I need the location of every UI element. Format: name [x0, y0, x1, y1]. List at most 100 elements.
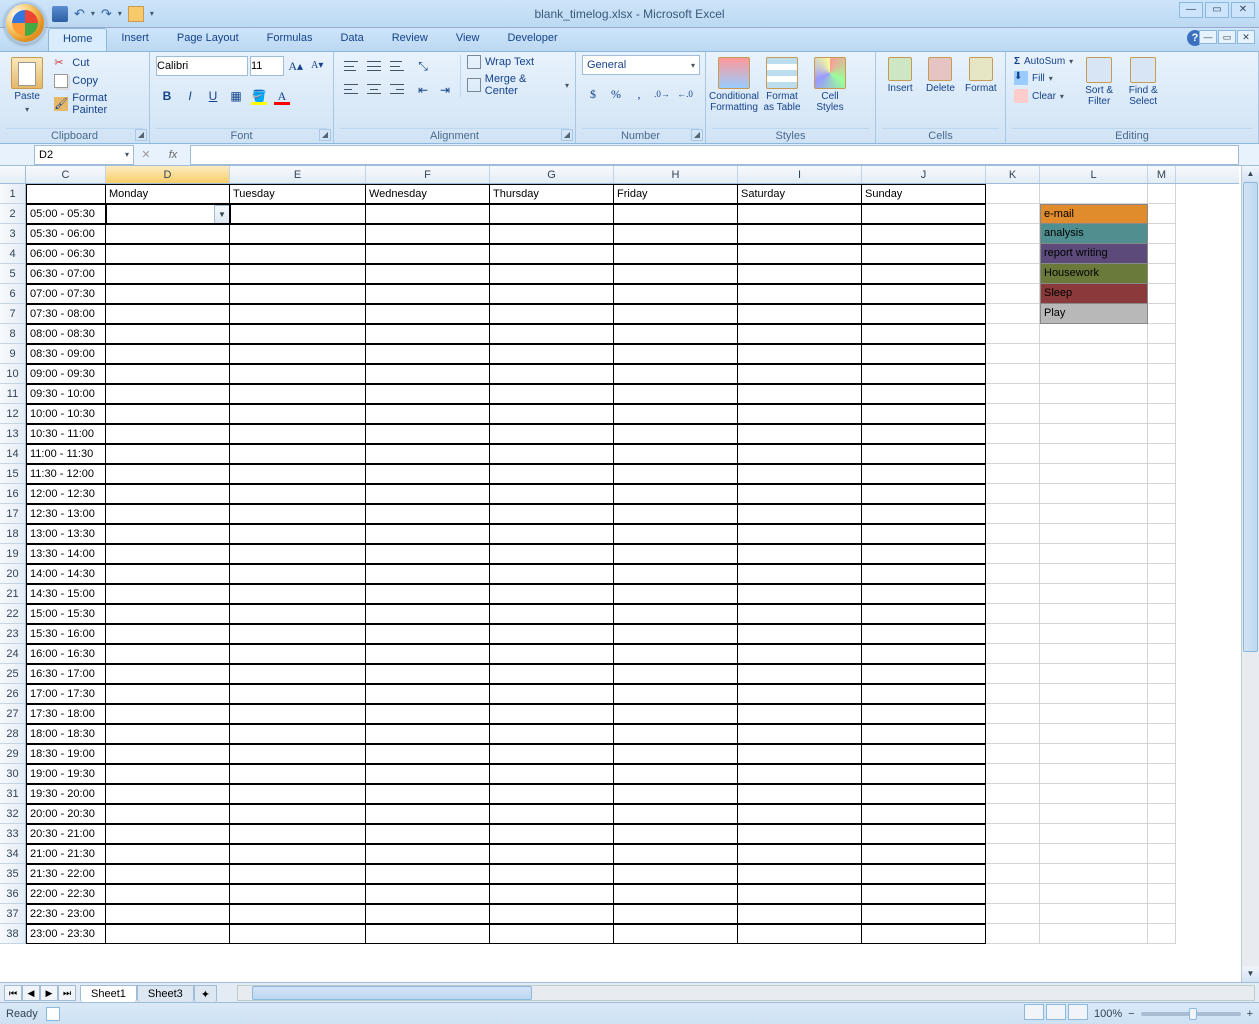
cell[interactable] — [1148, 644, 1176, 664]
tab-review[interactable]: Review — [378, 28, 442, 51]
cell[interactable] — [738, 384, 862, 404]
increase-decimal[interactable]: .0→ — [651, 83, 673, 105]
col-header-c[interactable]: C — [26, 166, 106, 183]
cell[interactable] — [230, 584, 366, 604]
cell[interactable] — [490, 524, 614, 544]
cell[interactable] — [106, 784, 230, 804]
row-header[interactable]: 17 — [0, 504, 26, 524]
cell[interactable] — [862, 344, 986, 364]
cell[interactable] — [490, 904, 614, 924]
clear-button[interactable]: Clear▾ — [1012, 88, 1075, 104]
cell[interactable] — [490, 424, 614, 444]
cell[interactable] — [614, 764, 738, 784]
row-header[interactable]: 30 — [0, 764, 26, 784]
col-header-d[interactable]: D — [106, 166, 230, 183]
sheet-nav-next[interactable]: ▶ — [40, 985, 58, 1001]
cell[interactable] — [366, 664, 490, 684]
cell[interactable] — [490, 484, 614, 504]
cell[interactable] — [738, 344, 862, 364]
cell[interactable] — [862, 604, 986, 624]
cell[interactable] — [738, 824, 862, 844]
time-cell[interactable]: 08:00 - 08:30 — [26, 324, 106, 344]
cell[interactable] — [738, 764, 862, 784]
scroll-up-icon[interactable]: ▲ — [1242, 166, 1259, 182]
cell[interactable] — [366, 844, 490, 864]
cell[interactable] — [614, 224, 738, 244]
cell[interactable] — [106, 724, 230, 744]
time-cell[interactable]: 17:30 - 18:00 — [26, 704, 106, 724]
time-cell[interactable]: 19:00 - 19:30 — [26, 764, 106, 784]
cell[interactable] — [230, 264, 366, 284]
cell[interactable] — [862, 404, 986, 424]
cell[interactable] — [1040, 184, 1148, 204]
row-header[interactable]: 28 — [0, 724, 26, 744]
cell[interactable] — [1148, 864, 1176, 884]
cell[interactable] — [366, 324, 490, 344]
cell[interactable] — [366, 464, 490, 484]
row-header[interactable]: 24 — [0, 644, 26, 664]
row-header[interactable]: 33 — [0, 824, 26, 844]
row-header[interactable]: 2 — [0, 204, 26, 224]
cell[interactable] — [986, 284, 1040, 304]
cell[interactable] — [230, 724, 366, 744]
cell[interactable] — [366, 784, 490, 804]
cell[interactable] — [1040, 424, 1148, 444]
cell[interactable] — [738, 504, 862, 524]
cell[interactable] — [862, 464, 986, 484]
row-header[interactable]: 15 — [0, 464, 26, 484]
cell[interactable] — [1148, 224, 1176, 244]
clipboard-launcher[interactable]: ◢ — [135, 129, 147, 141]
cell[interactable] — [106, 304, 230, 324]
row-header[interactable]: 37 — [0, 904, 26, 924]
cell[interactable] — [230, 664, 366, 684]
cell[interactable] — [1040, 824, 1148, 844]
cell[interactable] — [986, 504, 1040, 524]
legend-item[interactable]: Housework — [1040, 264, 1148, 284]
macro-record-icon[interactable] — [46, 1007, 60, 1021]
cell[interactable] — [614, 564, 738, 584]
row-header[interactable]: 13 — [0, 424, 26, 444]
cell[interactable] — [490, 784, 614, 804]
cell[interactable] — [738, 904, 862, 924]
cell[interactable] — [862, 504, 986, 524]
cell[interactable] — [614, 364, 738, 384]
cell[interactable] — [366, 444, 490, 464]
format-cells-button[interactable]: Format — [963, 55, 999, 96]
cell[interactable] — [862, 744, 986, 764]
conditional-formatting-button[interactable]: Conditional Formatting — [712, 55, 756, 115]
cell[interactable] — [738, 584, 862, 604]
cell[interactable] — [738, 624, 862, 644]
align-right[interactable] — [386, 78, 408, 100]
cell[interactable] — [614, 784, 738, 804]
cell[interactable] — [366, 504, 490, 524]
legend-item[interactable]: e-mail — [1040, 204, 1148, 224]
cell[interactable] — [1040, 504, 1148, 524]
cell[interactable] — [106, 704, 230, 724]
cell[interactable] — [230, 224, 366, 244]
tab-data[interactable]: Data — [326, 28, 377, 51]
cell[interactable] — [366, 484, 490, 504]
cell[interactable] — [366, 924, 490, 944]
cell[interactable] — [738, 884, 862, 904]
cut-button[interactable]: ✂Cut — [52, 55, 143, 71]
name-box[interactable]: D2▾ — [34, 145, 134, 165]
cell[interactable] — [1148, 444, 1176, 464]
cell[interactable] — [862, 224, 986, 244]
cell[interactable] — [738, 264, 862, 284]
time-cell[interactable]: 13:00 - 13:30 — [26, 524, 106, 544]
tab-pagelayout[interactable]: Page Layout — [163, 28, 253, 51]
cell[interactable] — [614, 804, 738, 824]
cell[interactable] — [366, 884, 490, 904]
cell[interactable] — [862, 664, 986, 684]
cell[interactable]: Saturday — [738, 184, 862, 204]
time-cell[interactable]: 15:00 - 15:30 — [26, 604, 106, 624]
fill-button[interactable]: ⬇Fill▾ — [1012, 70, 1075, 86]
cell[interactable] — [738, 524, 862, 544]
row-header[interactable]: 16 — [0, 484, 26, 504]
cell[interactable] — [106, 364, 230, 384]
cell[interactable] — [1040, 924, 1148, 944]
align-center[interactable] — [363, 78, 385, 100]
font-launcher[interactable]: ◢ — [319, 129, 331, 141]
cell[interactable] — [230, 424, 366, 444]
cell[interactable] — [986, 664, 1040, 684]
